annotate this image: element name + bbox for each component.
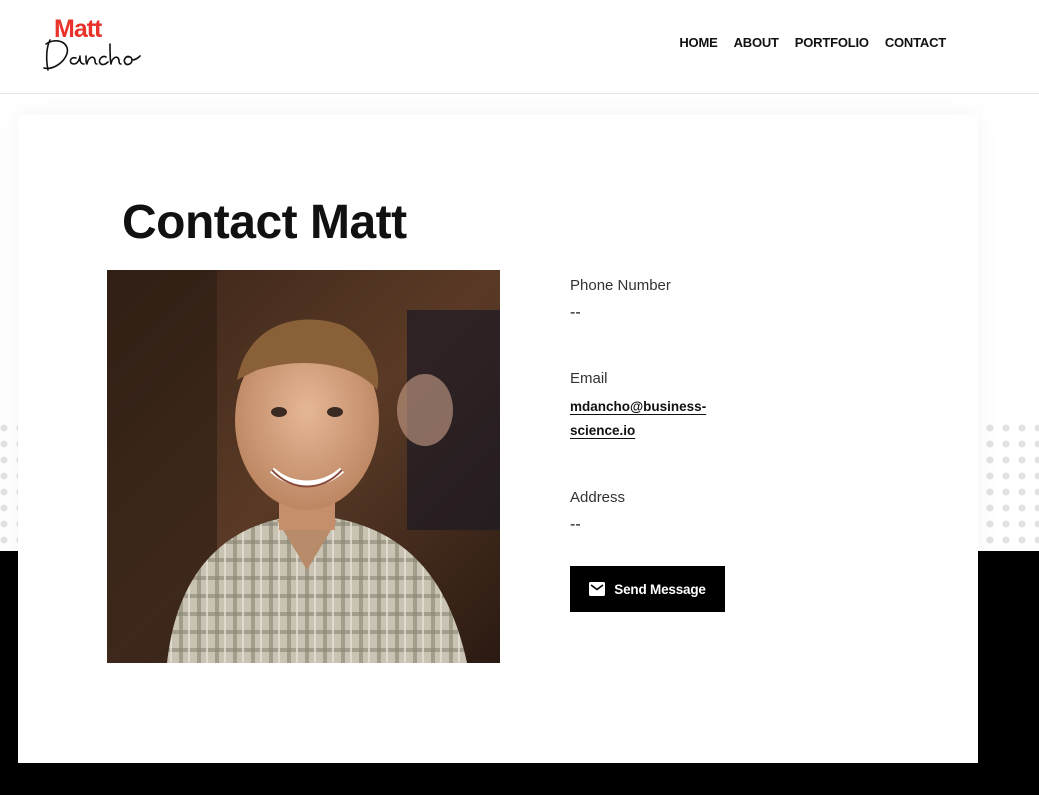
email-label: Email (570, 370, 608, 387)
send-message-button[interactable]: Send Message (570, 566, 725, 612)
logo-script-signature (43, 39, 141, 71)
nav-portfolio[interactable]: PORTFOLIO (795, 35, 869, 50)
contact-info: Phone Number -- Email mdancho@business-s… (570, 277, 830, 534)
address-label: Address (570, 489, 626, 506)
email-link[interactable]: mdancho@business-science.io (570, 395, 730, 443)
profile-photo (107, 270, 500, 663)
decorative-dots-right (978, 420, 1039, 546)
nav-home[interactable]: HOME (679, 35, 717, 50)
site-logo[interactable]: Matt (40, 14, 144, 76)
envelope-icon (589, 582, 606, 596)
phone-label: Phone Number (570, 277, 671, 294)
contact-card: Contact Matt Phone Number -- Email mdanc… (18, 115, 978, 763)
decorative-dots-left (0, 420, 20, 546)
send-message-label: Send Message (614, 581, 706, 597)
nav-about[interactable]: ABOUT (734, 35, 779, 50)
site-header: Matt HOME ABOUT PORTFOLIO CONTACT (0, 0, 1039, 90)
phone-value: -- (570, 304, 581, 321)
header-divider (0, 93, 1039, 94)
address-value: -- (570, 516, 581, 533)
page-title: Contact Matt (122, 196, 407, 249)
main-nav: HOME ABOUT PORTFOLIO CONTACT (679, 35, 946, 50)
nav-contact[interactable]: CONTACT (885, 35, 946, 50)
